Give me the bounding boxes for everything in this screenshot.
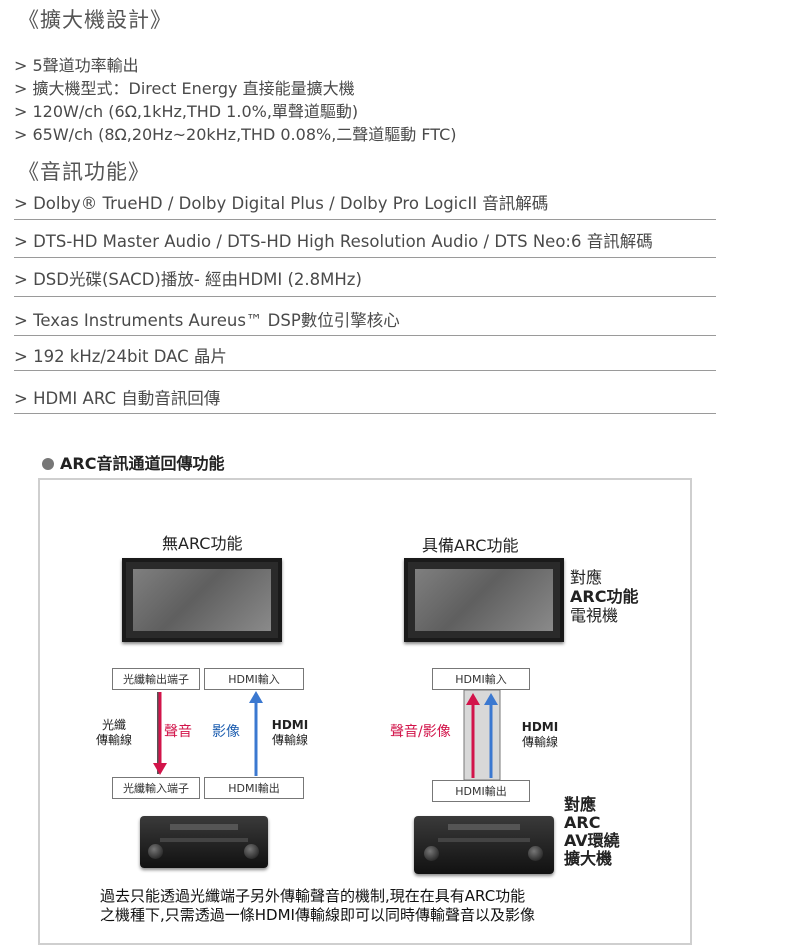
- arc-title-text: ARC音訊通道回傳功能: [60, 454, 225, 473]
- feature-dac: > 192 kHz/24bit DAC 晶片: [14, 343, 716, 371]
- amp-design-heading: 《擴大機設計》: [18, 8, 172, 32]
- optical-cable-label: 光纖 傳輸線: [95, 718, 132, 747]
- amp-spec-power-8ohm: > 65W/ch (8Ω,20Hz~20kHz,THD 0.08%,二聲道驅動 …: [14, 125, 457, 144]
- feature-dsp: > Texas Instruments Aureus™ DSP數位引擎核心: [14, 307, 716, 336]
- sound-label-left: 聲音: [164, 724, 192, 740]
- arc-section-title: ARC音訊通道回傳功能: [42, 450, 224, 474]
- arc-amp-label: 對應 ARC AV環繞 擴大機: [564, 795, 620, 868]
- hdmi-cable-label-right: HDMI 傳輸線: [521, 720, 559, 749]
- receiver-no-arc: [140, 816, 268, 868]
- feature-dolby: > Dolby® TrueHD / Dolby Digital Plus / D…: [14, 190, 716, 220]
- sound-video-label: 聲音/影像: [390, 724, 451, 740]
- arc-diagram: 無ARC功能 具備ARC功能 對應 ARC功能 電視機 光纖輸出端子 HDMI輸…: [38, 478, 692, 945]
- audio-features-heading: 《音訊功能》: [18, 160, 150, 184]
- receiver-with-arc: [414, 816, 554, 874]
- feature-hdmi-arc: > HDMI ARC 自動音訊回傳: [14, 385, 716, 414]
- bullet-icon: [42, 458, 54, 470]
- amp-spec-channels: > 5聲道功率輸出: [14, 56, 139, 75]
- amp-spec-power-6ohm: > 120W/ch (6Ω,1kHz,THD 1.0%,單聲道驅動): [14, 102, 359, 121]
- video-label-left: 影像: [212, 724, 240, 740]
- amp-spec-type: > 擴大機型式：Direct Energy 直接能量擴大機: [14, 79, 355, 98]
- hdmi-cable-label-left: HDMI 傳輸線: [271, 718, 309, 747]
- feature-dsd: > DSD光碟(SACD)播放- 經由HDMI (2.8MHz): [14, 266, 716, 297]
- signal-arrows: [153, 689, 501, 781]
- arc-caption: 過去只能透過光纖端子另外傳輸聲音的機制,現在在具有ARC功能 之機種下,只需透過…: [100, 887, 535, 924]
- feature-dts: > DTS-HD Master Audio / DTS-HD High Reso…: [14, 228, 716, 258]
